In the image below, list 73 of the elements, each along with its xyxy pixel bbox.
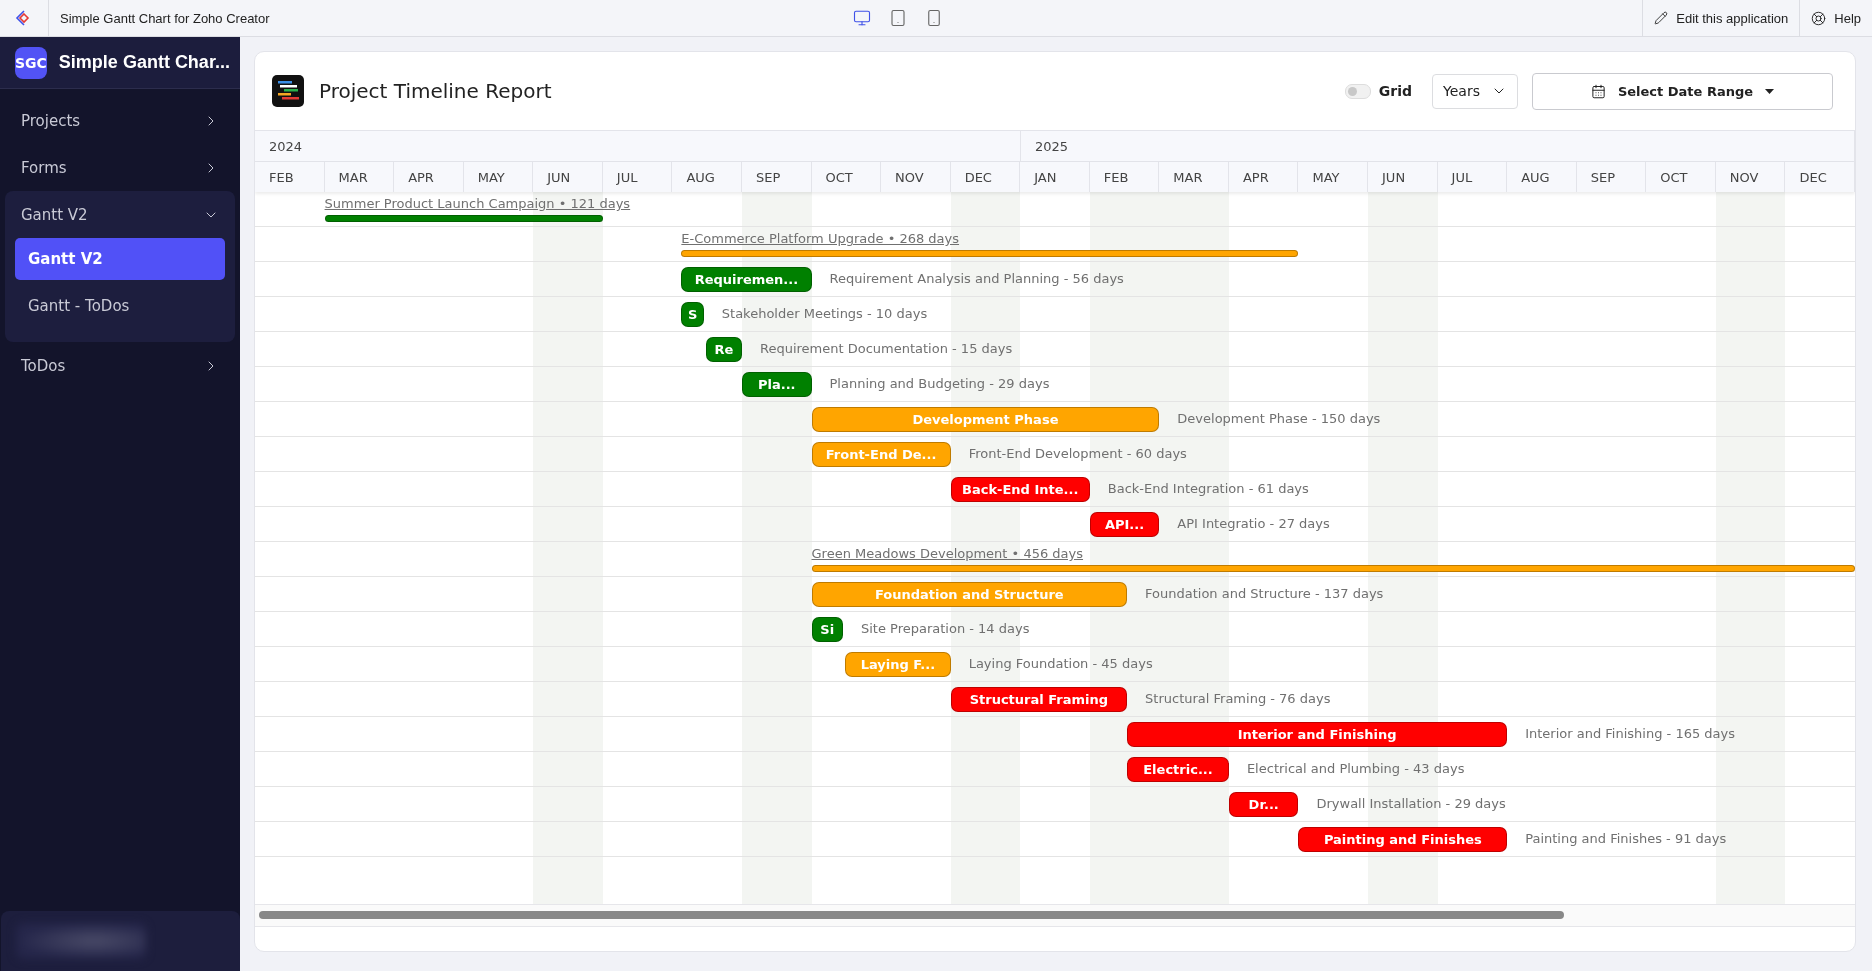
month-header: JUL — [1437, 162, 1508, 192]
project-bar[interactable] — [811, 565, 1855, 572]
task-label: Stakeholder Meetings - 10 days — [721, 306, 928, 321]
month-header: AUG — [672, 162, 742, 192]
help-link[interactable]: Help — [1799, 0, 1872, 36]
project-label: E-Commerce Platform Upgrade • 268 days — [681, 231, 960, 246]
pencil-icon — [1654, 11, 1669, 25]
project-bar[interactable] — [681, 250, 1299, 257]
month-header: JAN — [1020, 162, 1090, 192]
project-label: Green Meadows Development • 456 days — [811, 546, 1084, 561]
month-header: JUL — [602, 162, 673, 192]
project-label: Summer Product Launch Campaign • 121 days — [324, 196, 631, 211]
horizontal-scrollbar[interactable] — [255, 904, 1855, 927]
calendar-icon — [1590, 83, 1606, 99]
date-range-button[interactable]: Select Date Range — [1532, 72, 1833, 110]
grid-toggle[interactable] — [1344, 83, 1371, 99]
caret-icon — [1765, 88, 1775, 94]
task-bar[interactable]: Interior and Finishing — [1127, 722, 1508, 747]
task-bar[interactable]: Re — [706, 337, 742, 362]
task-bar[interactable]: S — [681, 302, 704, 327]
app-title: Simple Gantt Chart for Zoho Creator — [59, 10, 271, 26]
task-bar[interactable]: Dr... — [1228, 792, 1299, 817]
task-label: Foundation and Structure - 137 days — [1145, 586, 1384, 601]
task-label: Site Preparation - 14 days — [860, 621, 1030, 636]
month-header: AUG — [1507, 162, 1577, 192]
task-label: Painting and Finishes - 91 days — [1525, 831, 1727, 846]
year-header: 2024 — [255, 131, 1021, 161]
task-label: Planning and Budgeting - 29 days — [829, 376, 1050, 391]
month-header: SEP — [1576, 162, 1647, 192]
help-icon — [1811, 10, 1827, 26]
app-logo: SGC — [15, 46, 47, 79]
task-label: Back-End Integration - 61 days — [1107, 481, 1309, 496]
task-label: Structural Framing - 76 days — [1145, 691, 1331, 706]
nav-item[interactable]: Forms — [5, 144, 235, 191]
task-label: Laying Foundation - 45 days — [968, 656, 1153, 671]
month-header: MAR — [324, 162, 395, 192]
task-bar[interactable]: Electric... — [1127, 757, 1229, 782]
report-title: Project Timeline Report — [319, 79, 553, 103]
nav-item[interactable]: Projects — [5, 97, 235, 144]
month-header: MAY — [1298, 162, 1369, 192]
scale-select[interactable]: Years — [1432, 73, 1518, 109]
grid-label: Grid — [1378, 83, 1412, 99]
month-header: OCT — [811, 162, 882, 192]
task-bar[interactable]: Painting and Finishes — [1298, 827, 1508, 852]
task-label: Interior and Finishing - 165 days — [1525, 726, 1735, 741]
task-label: API Integratio - 27 days — [1177, 516, 1330, 531]
task-label: Requirement Analysis and Planning - 56 days — [829, 271, 1124, 286]
month-header: FEB — [255, 162, 325, 192]
month-header: NOV — [881, 162, 951, 192]
task-label: Drywall Installation - 29 days — [1316, 796, 1506, 811]
edit-application-link[interactable]: Edit this application — [1642, 0, 1800, 36]
task-bar[interactable]: Si — [811, 617, 843, 642]
month-header: APR — [394, 162, 464, 192]
year-header: 2025 — [1020, 131, 1855, 161]
month-header: APR — [1228, 162, 1299, 192]
nav-item[interactable]: Gantt V2 — [5, 191, 235, 238]
task-label: Development Phase - 150 days — [1177, 411, 1381, 426]
nav-item[interactable]: ToDos — [5, 342, 235, 389]
app-name: Simple Gantt Char... — [58, 52, 230, 73]
month-header: OCT — [1646, 162, 1716, 192]
month-header: MAY — [463, 162, 534, 192]
task-bar[interactable]: Structural Framing — [950, 687, 1128, 712]
report-icon — [271, 74, 305, 108]
task-bar[interactable]: Pla... — [741, 372, 812, 397]
task-bar[interactable]: Back-End Inte... — [950, 477, 1090, 502]
month-header: DEC — [1785, 162, 1855, 192]
task-bar[interactable]: API... — [1089, 512, 1160, 537]
task-label: Requirement Documentation - 15 days — [759, 341, 1013, 356]
task-label: Electrical and Plumbing - 43 days — [1246, 761, 1465, 776]
task-bar[interactable]: Requiremen... — [681, 267, 812, 292]
nav-subitem[interactable]: Gantt V2 — [15, 238, 225, 280]
nav-subitem[interactable]: Gantt - ToDos — [15, 285, 225, 327]
task-label: Front-End Development - 60 days — [968, 446, 1187, 461]
